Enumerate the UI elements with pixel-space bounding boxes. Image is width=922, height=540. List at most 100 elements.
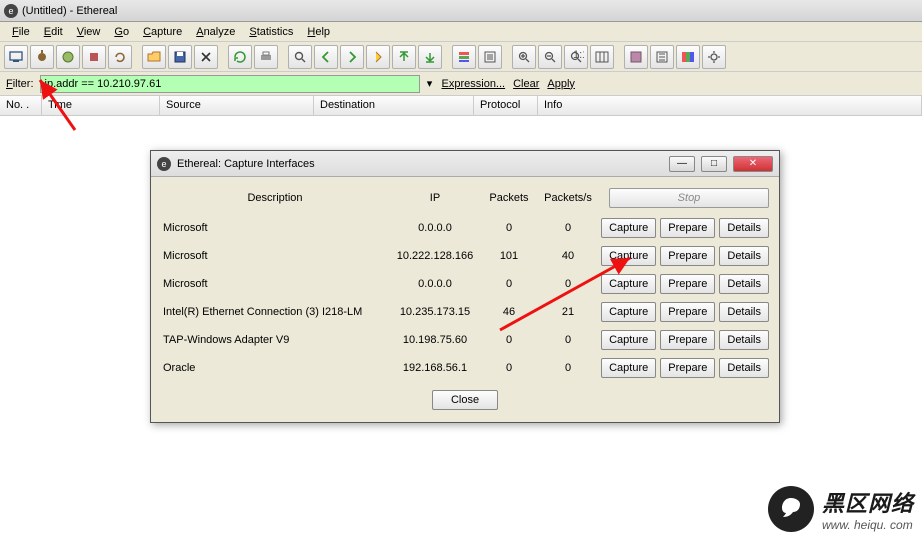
details-button[interactable]: Details (719, 358, 769, 378)
menu-view[interactable]: View (71, 24, 107, 40)
print-button[interactable] (254, 45, 278, 69)
menu-help[interactable]: Help (301, 24, 336, 40)
capture-button[interactable]: Capture (601, 218, 656, 238)
iface-pps: 0 (537, 334, 599, 346)
details-button[interactable]: Details (719, 302, 769, 322)
menu-file[interactable]: File (6, 24, 36, 40)
stop-button[interactable]: Stop (609, 188, 769, 208)
dialog-title: Ethereal: Capture Interfaces (177, 158, 315, 170)
preferences-button[interactable] (702, 45, 726, 69)
find-button[interactable] (288, 45, 312, 69)
prepare-button[interactable]: Prepare (660, 218, 715, 238)
capture-button[interactable]: Capture (601, 274, 656, 294)
watermark-cn: 黑区网络 (822, 486, 914, 518)
interfaces-button[interactable] (4, 45, 28, 69)
filter-label: Filter: (4, 78, 36, 90)
prepare-button[interactable]: Prepare (660, 274, 715, 294)
prepare-button[interactable]: Prepare (660, 246, 715, 266)
iface-description: Microsoft (161, 250, 389, 262)
filter-input[interactable] (40, 75, 420, 93)
window-close-button[interactable]: ✕ (733, 156, 773, 172)
iface-ip: 0.0.0.0 (389, 222, 481, 234)
expression-button[interactable]: Expression... (440, 78, 508, 90)
interface-row: Microsoft0.0.0.000CapturePrepareDetails (161, 214, 769, 242)
iface-ip: 10.198.75.60 (389, 334, 481, 346)
svg-text:1:1: 1:1 (573, 49, 584, 61)
save-button[interactable] (168, 45, 192, 69)
capture-button[interactable]: Capture (601, 302, 656, 322)
zoom-in-button[interactable] (512, 45, 536, 69)
filter-bar: Filter: ▾ Expression... Clear Apply (0, 72, 922, 96)
iface-ip: 0.0.0.0 (389, 278, 481, 290)
interface-row: Intel(R) Ethernet Connection (3) I218-LM… (161, 298, 769, 326)
menu-statistics[interactable]: Statistics (243, 24, 299, 40)
hdr-pps: Packets/s (537, 192, 599, 204)
go-back-button[interactable] (314, 45, 338, 69)
capture-options-button[interactable] (30, 45, 54, 69)
zoom-reset-button[interactable]: 1:1 (564, 45, 588, 69)
dialog-icon: e (157, 157, 171, 171)
start-capture-button[interactable] (56, 45, 80, 69)
display-filters-button[interactable] (650, 45, 674, 69)
interface-row: Microsoft10.222.128.16610140CapturePrepa… (161, 242, 769, 270)
stop-capture-button[interactable] (82, 45, 106, 69)
details-button[interactable]: Details (719, 246, 769, 266)
menu-edit[interactable]: Edit (38, 24, 69, 40)
prepare-button[interactable]: Prepare (660, 302, 715, 322)
restart-capture-button[interactable] (108, 45, 132, 69)
menu-capture[interactable]: Capture (137, 24, 188, 40)
col-protocol[interactable]: Protocol (474, 96, 538, 115)
col-no[interactable]: No. . (0, 96, 42, 115)
menu-go[interactable]: Go (108, 24, 135, 40)
col-time[interactable]: Time (42, 96, 160, 115)
clear-button[interactable]: Clear (511, 78, 541, 90)
reload-button[interactable] (228, 45, 252, 69)
dialog-close-button[interactable]: Close (432, 390, 498, 410)
watermark-en: www. heiqu. com (822, 518, 914, 532)
coloring-rules-button[interactable] (676, 45, 700, 69)
prepare-button[interactable]: Prepare (660, 330, 715, 350)
colorize-button[interactable] (452, 45, 476, 69)
menu-analyze[interactable]: Analyze (190, 24, 241, 40)
go-forward-button[interactable] (340, 45, 364, 69)
maximize-button[interactable]: □ (701, 156, 727, 172)
iface-description: Microsoft (161, 278, 389, 290)
menubar: File Edit View Go Capture Analyze Statis… (0, 22, 922, 42)
iface-pps: 40 (537, 250, 599, 262)
resize-columns-button[interactable] (590, 45, 614, 69)
zoom-out-button[interactable] (538, 45, 562, 69)
go-to-button[interactable] (366, 45, 390, 69)
watermark-icon (768, 486, 814, 532)
hdr-ip: IP (389, 192, 481, 204)
go-first-button[interactable] (392, 45, 416, 69)
interfaces-header-row: Description IP Packets Packets/s Stop (161, 185, 769, 214)
iface-pps: 21 (537, 306, 599, 318)
iface-pps: 0 (537, 222, 599, 234)
prepare-button[interactable]: Prepare (660, 358, 715, 378)
close-button[interactable] (194, 45, 218, 69)
col-source[interactable]: Source (160, 96, 314, 115)
filter-dropdown-icon[interactable]: ▾ (424, 77, 436, 90)
go-last-button[interactable] (418, 45, 442, 69)
iface-ip: 192.168.56.1 (389, 362, 481, 374)
details-button[interactable]: Details (719, 330, 769, 350)
open-button[interactable] (142, 45, 166, 69)
details-button[interactable]: Details (719, 218, 769, 238)
capture-filters-button[interactable] (624, 45, 648, 69)
window-titlebar: e (Untitled) - Ethereal (0, 0, 922, 22)
details-button[interactable]: Details (719, 274, 769, 294)
iface-ip: 10.222.128.166 (389, 250, 481, 262)
capture-button[interactable]: Capture (601, 358, 656, 378)
packet-list-header: No. . Time Source Destination Protocol I… (0, 96, 922, 116)
window-title: (Untitled) - Ethereal (22, 5, 117, 17)
capture-button[interactable]: Capture (601, 246, 656, 266)
iface-pps: 0 (537, 278, 599, 290)
capture-button[interactable]: Capture (601, 330, 656, 350)
auto-scroll-button[interactable] (478, 45, 502, 69)
interface-row: Oracle192.168.56.100CapturePrepareDetail… (161, 354, 769, 382)
col-info[interactable]: Info (538, 96, 922, 115)
col-destination[interactable]: Destination (314, 96, 474, 115)
iface-packets: 0 (481, 278, 537, 290)
apply-button[interactable]: Apply (545, 78, 577, 90)
minimize-button[interactable]: — (669, 156, 695, 172)
